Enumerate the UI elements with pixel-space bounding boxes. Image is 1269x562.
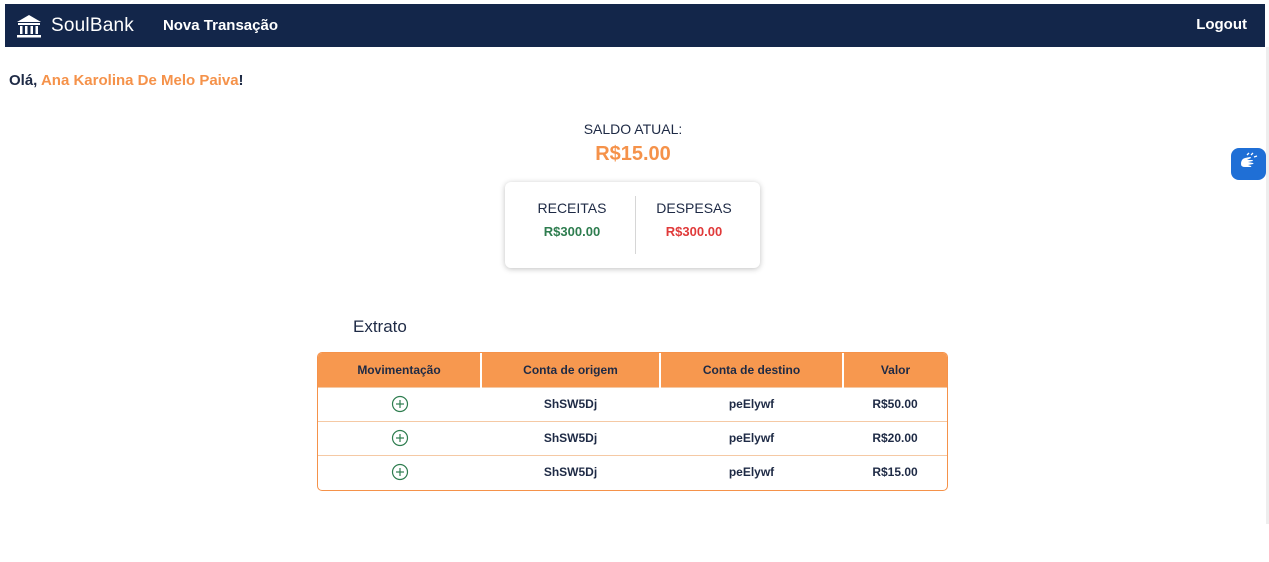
- nova-transacao-link[interactable]: Nova Transação: [163, 17, 278, 34]
- column-header-movimentacao: Movimentação: [318, 353, 482, 387]
- amount-cell: R$15.00: [843, 454, 947, 489]
- destination-cell: peElywf: [660, 386, 843, 421]
- destination-cell: peElywf: [660, 420, 843, 455]
- sign-language-icon: [1238, 152, 1260, 177]
- plus-circle-icon: [391, 463, 409, 481]
- income-value: R$300.00: [543, 224, 601, 239]
- accessibility-button[interactable]: [1231, 148, 1266, 180]
- brand-name: SoulBank: [51, 14, 134, 36]
- movement-cell: [318, 386, 481, 421]
- income-label: RECEITAS: [537, 200, 607, 216]
- origin-cell: ShSW5Dj: [481, 454, 660, 489]
- summary-divider: [635, 196, 636, 254]
- expense-summary: DESPESAS R$300.00: [646, 200, 742, 239]
- column-header-conta-destino: Conta de destino: [660, 353, 844, 387]
- greeting-prefix: Olá,: [9, 72, 41, 89]
- income-summary: RECEITAS R$300.00: [525, 200, 619, 239]
- summary-card: RECEITAS R$300.00 DESPESAS R$300.00: [505, 182, 760, 268]
- amount-cell: R$20.00: [843, 420, 947, 455]
- table-row: ShSW5Dj peElywf R$20.00: [318, 420, 947, 455]
- greeting-suffix: !: [238, 72, 244, 89]
- expense-label: DESPESAS: [656, 200, 732, 216]
- statement-title: Extrato: [353, 317, 407, 336]
- expense-value: R$300.00: [665, 224, 723, 239]
- bank-icon: [15, 12, 43, 40]
- table-row: ShSW5Dj peElywf R$50.00: [318, 386, 947, 421]
- movement-cell: [318, 454, 481, 489]
- plus-circle-icon: [391, 429, 409, 447]
- column-header-valor: Valor: [843, 353, 947, 387]
- origin-cell: ShSW5Dj: [481, 386, 660, 421]
- balance-value: R$15.00: [595, 143, 671, 165]
- table-header-row: Movimentação Conta de origem Conta de de…: [318, 353, 947, 387]
- logout-link[interactable]: Logout: [1196, 16, 1247, 33]
- balance-label: SALDO ATUAL:: [583, 121, 683, 137]
- table-row: ShSW5Dj peElywf R$15.00: [318, 454, 947, 489]
- column-header-conta-origem: Conta de origem: [481, 353, 661, 387]
- top-navbar: SoulBank Nova Transação Logout: [5, 4, 1265, 47]
- movement-cell: [318, 420, 481, 455]
- destination-cell: peElywf: [660, 454, 843, 489]
- greeting: Olá, Ana Karolina De Melo Paiva!: [9, 72, 244, 89]
- statement-table: Movimentação Conta de origem Conta de de…: [317, 352, 948, 491]
- user-name: Ana Karolina De Melo Paiva: [40, 72, 239, 89]
- plus-circle-icon: [391, 395, 409, 413]
- origin-cell: ShSW5Dj: [481, 420, 660, 455]
- amount-cell: R$50.00: [843, 386, 947, 421]
- brand-link[interactable]: SoulBank: [15, 12, 134, 40]
